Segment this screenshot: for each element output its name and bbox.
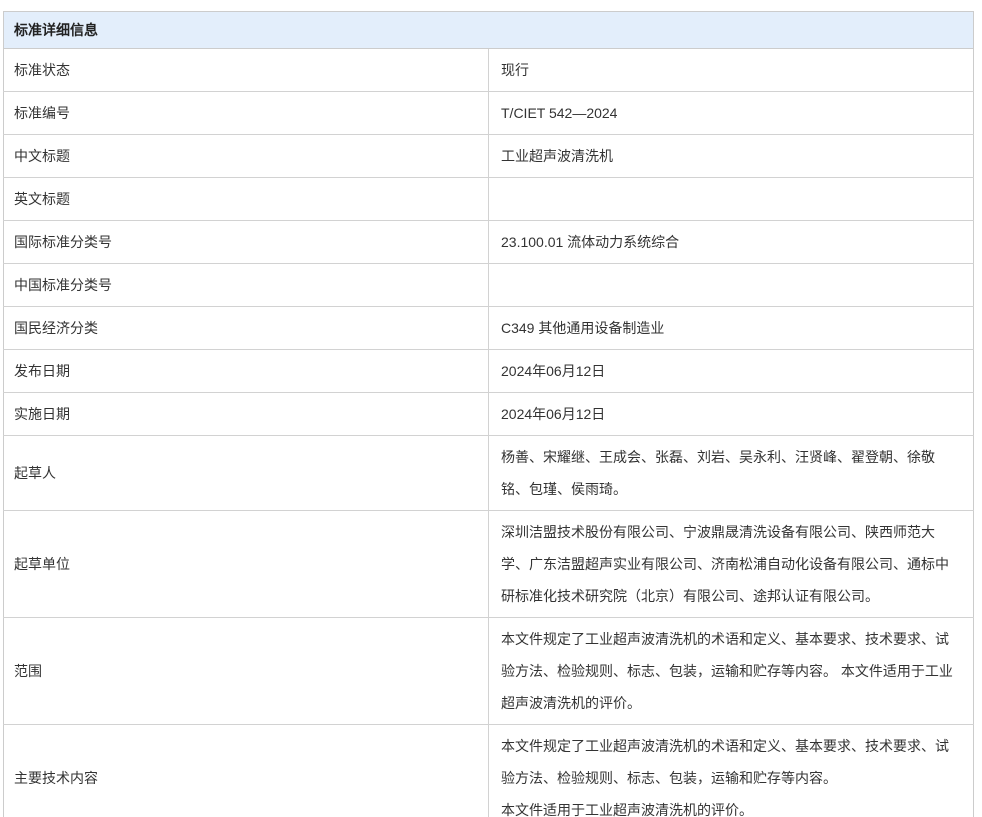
panel-header-row: 标准详细信息 xyxy=(4,12,974,49)
row-label: 国际标准分类号 xyxy=(4,221,489,264)
table-row-publish-date: 发布日期 2024年06月12日 xyxy=(4,350,974,393)
row-value: 2024年06月12日 xyxy=(489,393,974,436)
row-label: 起草单位 xyxy=(4,511,489,618)
table-row-scope: 范围 本文件规定了工业超声波清洗机的术语和定义、基本要求、技术要求、试验方法、检… xyxy=(4,618,974,725)
row-value: 2024年06月12日 xyxy=(489,350,974,393)
standard-detail-page: 标准详细信息 标准状态 现行 标准编号 T/CIET 542—2024 中文标题… xyxy=(0,0,982,817)
table-row-standard-status: 标准状态 现行 xyxy=(4,49,974,92)
table-row-english-title: 英文标题 xyxy=(4,178,974,221)
row-value: 工业超声波清洗机 xyxy=(489,135,974,178)
row-value: 现行 xyxy=(489,49,974,92)
row-value: 杨善、宋耀继、王成会、张磊、刘岩、吴永利、汪贤峰、翟登朝、徐敬铭、包瑾、侯雨琦。 xyxy=(489,436,974,511)
row-label: 中国标准分类号 xyxy=(4,264,489,307)
table-row-drafting-organizations: 起草单位 深圳洁盟技术股份有限公司、宁波鼎晟清洗设备有限公司、陕西师范大学、广东… xyxy=(4,511,974,618)
row-label: 国民经济分类 xyxy=(4,307,489,350)
row-label: 中文标题 xyxy=(4,135,489,178)
standard-detail-table: 标准详细信息 标准状态 现行 标准编号 T/CIET 542—2024 中文标题… xyxy=(3,11,974,817)
row-label: 范围 xyxy=(4,618,489,725)
panel-title: 标准详细信息 xyxy=(4,12,974,49)
table-row-economic-classification: 国民经济分类 C349 其他通用设备制造业 xyxy=(4,307,974,350)
row-label: 英文标题 xyxy=(4,178,489,221)
technical-content-paragraph-2: 本文件适用于工业超声波清洗机的评价。 xyxy=(501,794,961,817)
row-label: 起草人 xyxy=(4,436,489,511)
row-value: 23.100.01 流体动力系统综合 xyxy=(489,221,974,264)
row-value xyxy=(489,264,974,307)
table-row-chinese-title: 中文标题 工业超声波清洗机 xyxy=(4,135,974,178)
table-row-standard-number: 标准编号 T/CIET 542—2024 xyxy=(4,92,974,135)
technical-content-paragraph-1: 本文件规定了工业超声波清洗机的术语和定义、基本要求、技术要求、试验方法、检验规则… xyxy=(501,730,961,794)
row-value: C349 其他通用设备制造业 xyxy=(489,307,974,350)
table-row-ics-number: 国际标准分类号 23.100.01 流体动力系统综合 xyxy=(4,221,974,264)
row-value: 本文件规定了工业超声波清洗机的术语和定义、基本要求、技术要求、试验方法、检验规则… xyxy=(489,618,974,725)
row-label: 标准状态 xyxy=(4,49,489,92)
row-label: 主要技术内容 xyxy=(4,725,489,817)
table-row-implement-date: 实施日期 2024年06月12日 xyxy=(4,393,974,436)
table-row-main-technical-content: 主要技术内容 本文件规定了工业超声波清洗机的术语和定义、基本要求、技术要求、试验… xyxy=(4,725,974,817)
row-label: 标准编号 xyxy=(4,92,489,135)
row-value xyxy=(489,178,974,221)
row-label: 实施日期 xyxy=(4,393,489,436)
row-label: 发布日期 xyxy=(4,350,489,393)
table-row-drafters: 起草人 杨善、宋耀继、王成会、张磊、刘岩、吴永利、汪贤峰、翟登朝、徐敬铭、包瑾、… xyxy=(4,436,974,511)
table-row-ccs-number: 中国标准分类号 xyxy=(4,264,974,307)
row-value: 深圳洁盟技术股份有限公司、宁波鼎晟清洗设备有限公司、陕西师范大学、广东洁盟超声实… xyxy=(489,511,974,618)
row-value: 本文件规定了工业超声波清洗机的术语和定义、基本要求、技术要求、试验方法、检验规则… xyxy=(489,725,974,817)
row-value: T/CIET 542—2024 xyxy=(489,92,974,135)
